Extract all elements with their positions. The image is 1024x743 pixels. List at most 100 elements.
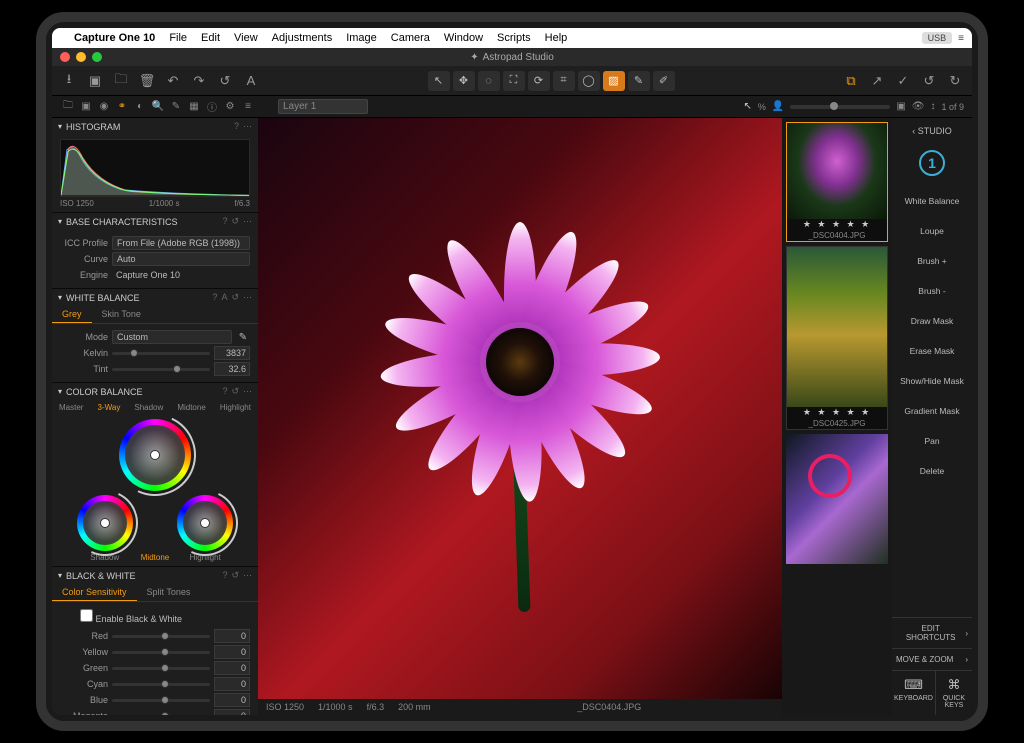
- menu-icon[interactable]: ⋯: [243, 292, 252, 303]
- app-menu[interactable]: Capture One 10: [74, 32, 155, 44]
- lens-tab-icon[interactable]: ◉: [96, 99, 112, 115]
- cb-shadow-tab[interactable]: Shadow: [134, 403, 163, 412]
- confirm-icon[interactable]: ✓: [894, 72, 912, 90]
- local-tab-icon[interactable]: ✎: [168, 99, 184, 115]
- help-icon[interactable]: ?: [212, 292, 217, 303]
- picker-tool-icon[interactable]: ✐: [653, 71, 675, 91]
- keystone-tool-icon[interactable]: ⌗: [553, 71, 575, 91]
- sidebar-brush-plus[interactable]: Brush +: [892, 246, 972, 276]
- move-zoom-button[interactable]: MOVE & ZOOM›: [892, 648, 972, 670]
- help-icon[interactable]: ?: [222, 386, 227, 397]
- menu-icon[interactable]: ⋯: [243, 386, 252, 397]
- bw-green-slider[interactable]: [112, 667, 210, 670]
- bw-cyan-value[interactable]: 0: [214, 677, 250, 691]
- wb-skin-tab[interactable]: Skin Tone: [92, 306, 151, 323]
- reset-icon[interactable]: ↺: [231, 292, 239, 303]
- white-balance-header[interactable]: ▾ WHITE BALANCE ?A↺⋯: [52, 289, 258, 306]
- bw-green-value[interactable]: 0: [214, 661, 250, 675]
- brush-tool-icon[interactable]: ✎: [628, 71, 650, 91]
- capture-tab-icon[interactable]: ▣: [78, 99, 94, 115]
- library-tab-icon[interactable]: 🗀: [60, 99, 76, 115]
- capture-one-icon[interactable]: 1: [919, 150, 945, 176]
- trash-icon[interactable]: 🗑: [138, 72, 156, 90]
- sidebar-show-hide-mask[interactable]: Show/Hide Mask: [892, 366, 972, 396]
- sidebar-erase-mask[interactable]: Erase Mask: [892, 336, 972, 366]
- thumbnail-1-rating[interactable]: ★ ★ ★ ★ ★: [787, 219, 887, 230]
- bw-blue-value[interactable]: 0: [214, 693, 250, 707]
- eyedropper-icon[interactable]: ✎: [236, 332, 250, 343]
- help-icon[interactable]: ?: [234, 121, 239, 132]
- color-balance-header[interactable]: ▾ COLOR BALANCE ?↺⋯: [52, 383, 258, 400]
- menu-icon[interactable]: ⋯: [243, 121, 252, 132]
- reset-icon[interactable]: ↺: [231, 570, 239, 581]
- layer-select[interactable]: Layer 1: [278, 99, 368, 114]
- exposure-tab-icon[interactable]: ◐: [132, 99, 148, 115]
- menu-extras-icon[interactable]: ≡: [958, 33, 964, 44]
- import-icon[interactable]: ⭳: [60, 72, 78, 90]
- sidebar-draw-mask[interactable]: Draw Mask: [892, 306, 972, 336]
- bw-magenta-slider[interactable]: [112, 715, 210, 716]
- menu-adjustments[interactable]: Adjustments: [272, 32, 333, 44]
- sidebar-white-balance[interactable]: White Balance: [892, 186, 972, 216]
- rotate-left-icon[interactable]: ↺: [920, 72, 938, 90]
- quick-keys-button[interactable]: ⌘QUICK KEYS: [936, 671, 972, 715]
- reset-icon[interactable]: ↺: [216, 72, 234, 90]
- undo-icon[interactable]: ↶: [164, 72, 182, 90]
- thumbnail-1[interactable]: ★ ★ ★ ★ ★ _DSC0404.JPG: [786, 122, 888, 242]
- annotation-icon[interactable]: A: [242, 72, 260, 90]
- studio-back-button[interactable]: ‹ STUDIO: [912, 118, 952, 144]
- cb-master-tab[interactable]: Master: [59, 403, 83, 412]
- minimize-button[interactable]: [76, 52, 86, 62]
- menu-edit[interactable]: Edit: [201, 32, 220, 44]
- maximize-button[interactable]: [92, 52, 102, 62]
- kelvin-slider[interactable]: [112, 352, 210, 355]
- menu-view[interactable]: View: [234, 32, 258, 44]
- menu-help[interactable]: Help: [545, 32, 568, 44]
- bw-split-tab[interactable]: Split Tones: [137, 584, 201, 601]
- help-icon[interactable]: ?: [222, 570, 227, 581]
- reset-icon[interactable]: ↺: [231, 386, 239, 397]
- sidebar-pan[interactable]: Pan: [892, 426, 972, 456]
- pan-tool-icon[interactable]: ✥: [453, 71, 475, 91]
- bw-cyan-slider[interactable]: [112, 683, 210, 686]
- menu-image[interactable]: Image: [346, 32, 377, 44]
- details-tab-icon[interactable]: 🔍: [150, 99, 166, 115]
- black-white-header[interactable]: ▾ BLACK & WHITE ?↺⋯: [52, 567, 258, 584]
- bw-blue-slider[interactable]: [112, 699, 210, 702]
- sidebar-delete[interactable]: Delete: [892, 456, 972, 486]
- shadow-wheel[interactable]: [77, 495, 133, 551]
- camera-icon[interactable]: ▣: [86, 72, 104, 90]
- zoom-fit-icon[interactable]: ▣: [896, 101, 905, 112]
- toggle-view-icon[interactable]: 👁: [912, 101, 925, 112]
- image-viewer[interactable]: [258, 118, 782, 699]
- midtone-wheel[interactable]: [119, 419, 191, 491]
- wb-grey-tab[interactable]: Grey: [52, 306, 92, 323]
- loupe-tool-icon[interactable]: ◌: [478, 71, 500, 91]
- close-button[interactable]: [60, 52, 70, 62]
- edit-shortcuts-button[interactable]: EDIT SHORTCUTS›: [892, 617, 972, 648]
- bw-red-value[interactable]: 0: [214, 629, 250, 643]
- cb-3way-tab[interactable]: 3-Way: [98, 403, 121, 412]
- straighten-tool-icon[interactable]: ⟳: [528, 71, 550, 91]
- redo-icon[interactable]: ↷: [190, 72, 208, 90]
- menu-window[interactable]: Window: [444, 32, 483, 44]
- adjust-icon[interactable]: ↕: [930, 101, 935, 112]
- keyboard-button[interactable]: ⌨KEYBOARD: [892, 671, 936, 715]
- menu-icon[interactable]: ⋯: [243, 216, 252, 227]
- mask-tool-icon[interactable]: ▨: [603, 71, 625, 91]
- sidebar-brush-minus[interactable]: Brush -: [892, 276, 972, 306]
- bw-magenta-value[interactable]: 0: [214, 709, 250, 715]
- enable-bw-checkbox[interactable]: [80, 609, 93, 622]
- highlight-wheel[interactable]: [177, 495, 233, 551]
- bw-yellow-slider[interactable]: [112, 651, 210, 654]
- menu-file[interactable]: File: [169, 32, 187, 44]
- sidebar-loupe[interactable]: Loupe: [892, 216, 972, 246]
- thumbnail-2-rating[interactable]: ★ ★ ★ ★ ★: [787, 407, 887, 418]
- metadata-tab-icon[interactable]: ⓘ: [204, 99, 220, 115]
- crop-tool-icon[interactable]: ⛶: [503, 71, 525, 91]
- help-icon[interactable]: ?: [222, 216, 227, 227]
- cb-midtone-tab[interactable]: Midtone: [177, 403, 205, 412]
- rotate-right-icon[interactable]: ↻: [946, 72, 964, 90]
- color-tab-icon[interactable]: ⚭: [114, 99, 130, 115]
- thumbnail-2[interactable]: ★ ★ ★ ★ ★ _DSC0425.JPG: [786, 246, 888, 430]
